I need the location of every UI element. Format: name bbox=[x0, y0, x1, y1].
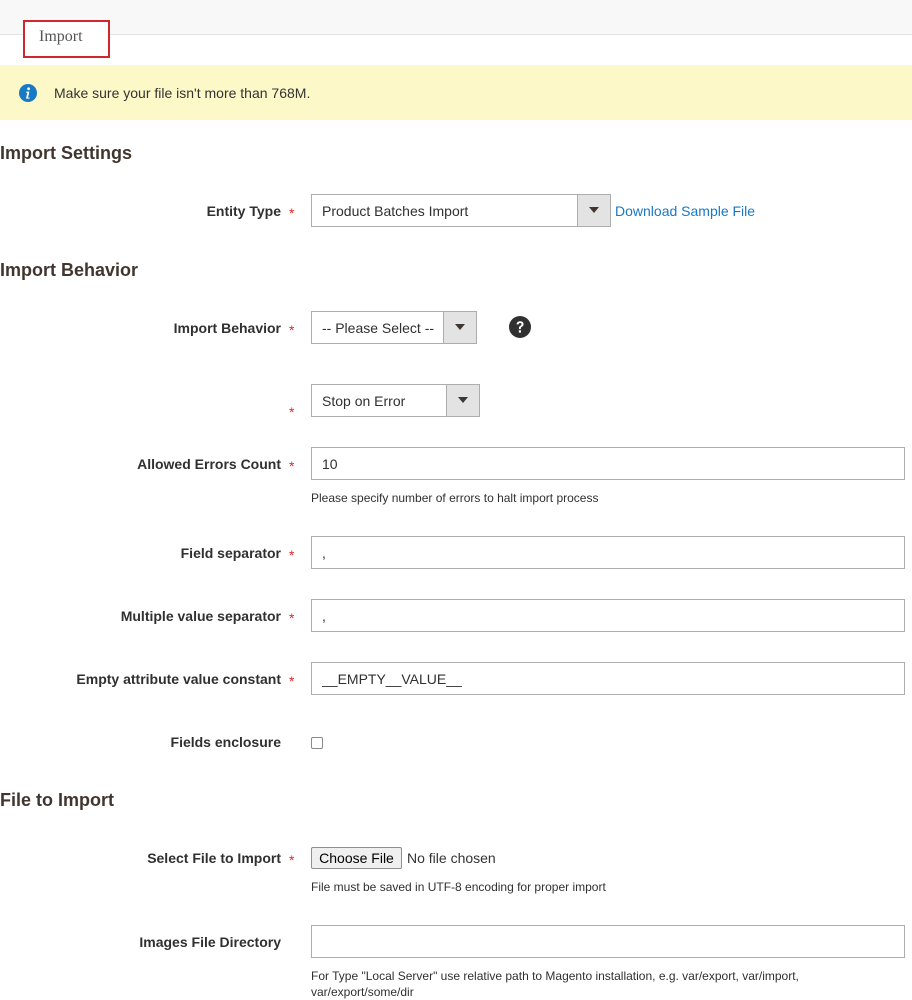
allowed-errors-label: Allowed Errors Count bbox=[137, 456, 281, 472]
required-mark: * bbox=[289, 673, 295, 689]
empty-attribute-input[interactable] bbox=[311, 662, 905, 695]
field-separator-input[interactable] bbox=[311, 536, 905, 569]
import-tab[interactable]: Import bbox=[23, 20, 110, 58]
entity-type-value: Product Batches Import bbox=[322, 203, 469, 219]
import-behavior-value: -- Please Select -- bbox=[322, 320, 435, 336]
required-mark: * bbox=[289, 852, 295, 868]
import-behavior-label: Import Behavior bbox=[173, 320, 281, 336]
import-behavior-select[interactable]: -- Please Select -- bbox=[311, 311, 477, 344]
required-mark: * bbox=[289, 404, 295, 420]
fields-enclosure-label: Fields enclosure bbox=[170, 734, 281, 750]
allowed-errors-note: Please specify number of errors to halt … bbox=[311, 491, 599, 505]
caret-down-icon bbox=[458, 397, 468, 403]
choose-file-button[interactable]: Choose File bbox=[311, 847, 402, 869]
required-mark: * bbox=[289, 205, 295, 221]
entity-type-label: Entity Type bbox=[206, 203, 281, 219]
question-circle-icon[interactable] bbox=[509, 316, 531, 338]
empty-attribute-label: Empty attribute value constant bbox=[76, 671, 281, 687]
images-file-directory-label: Images File Directory bbox=[139, 934, 281, 950]
entity-type-select[interactable]: Product Batches Import bbox=[311, 194, 611, 227]
info-icon bbox=[19, 84, 37, 102]
validation-strategy-value: Stop on Error bbox=[322, 393, 406, 409]
required-mark: * bbox=[289, 610, 295, 626]
field-separator-label: Field separator bbox=[180, 545, 281, 561]
import-behavior-dropdown-button[interactable] bbox=[443, 312, 476, 343]
entity-type-dropdown-button[interactable] bbox=[577, 195, 610, 226]
images-dir-note-line2: var/export/some/dir bbox=[311, 985, 414, 999]
download-sample-file-link[interactable]: Download Sample File bbox=[615, 202, 755, 220]
validation-strategy-dropdown-button[interactable] bbox=[446, 385, 479, 416]
select-file-label: Select File to Import bbox=[147, 850, 281, 866]
fields-enclosure-checkbox[interactable] bbox=[311, 737, 323, 749]
file-to-import-heading: File to Import bbox=[0, 790, 114, 810]
import-settings-heading: Import Settings bbox=[0, 143, 133, 163]
validation-strategy-select[interactable]: Stop on Error bbox=[311, 384, 480, 417]
allowed-errors-input[interactable] bbox=[311, 447, 905, 480]
file-status-text: No file chosen bbox=[407, 850, 496, 866]
file-encoding-note: File must be saved in UTF-8 encoding for… bbox=[311, 880, 606, 894]
notice-text: Make sure your file isn't more than 768M… bbox=[54, 85, 311, 101]
required-mark: * bbox=[289, 322, 295, 338]
multiple-value-separator-input[interactable] bbox=[311, 599, 905, 632]
multiple-value-separator-label: Multiple value separator bbox=[120, 608, 281, 624]
caret-down-icon bbox=[455, 324, 465, 330]
images-file-directory-input[interactable] bbox=[311, 925, 905, 958]
caret-down-icon bbox=[589, 207, 599, 213]
images-dir-note-line1: For Type "Local Server" use relative pat… bbox=[311, 969, 799, 983]
required-mark: * bbox=[289, 547, 295, 563]
required-mark: * bbox=[289, 458, 295, 474]
import-behavior-heading: Import Behavior bbox=[0, 260, 139, 280]
top-bar bbox=[0, 0, 912, 35]
